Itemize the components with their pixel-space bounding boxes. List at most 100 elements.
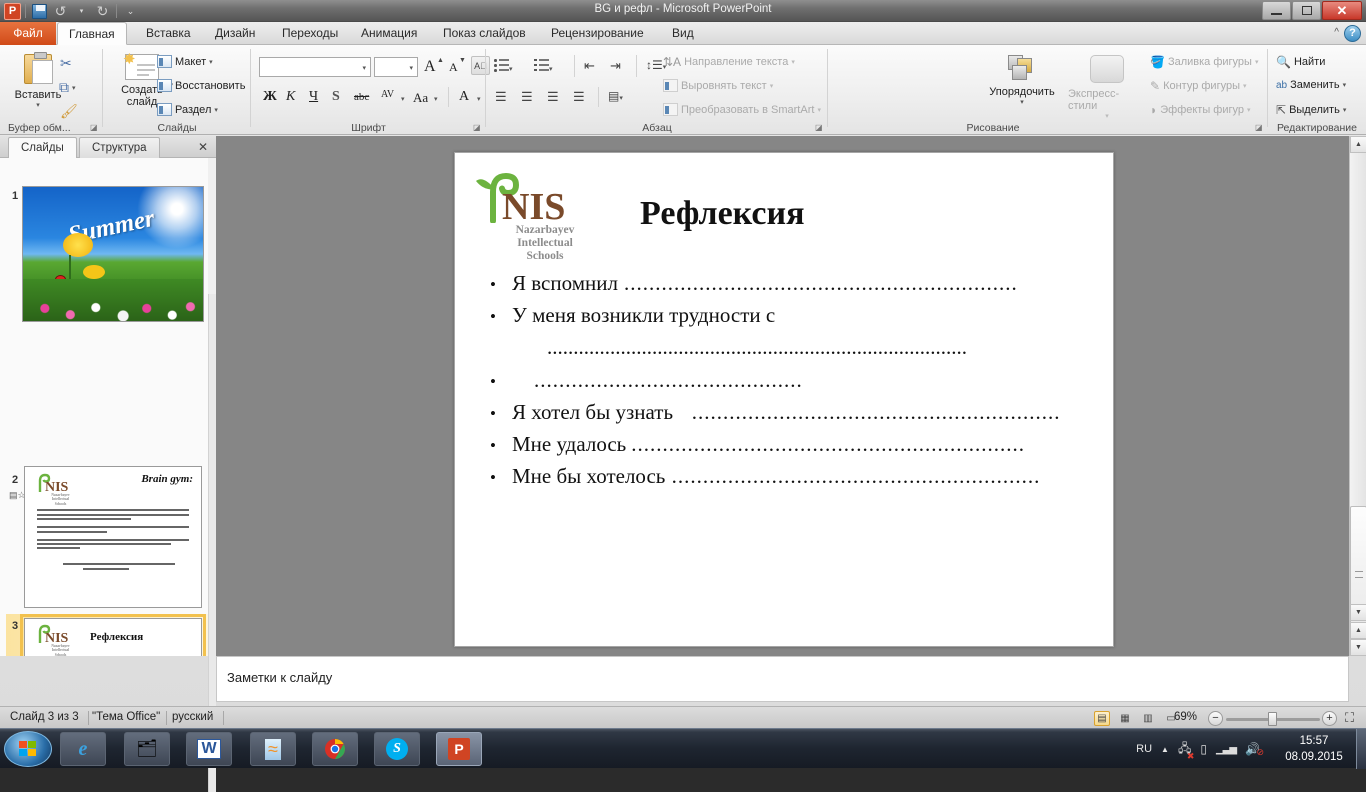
strikethrough-button[interactable]: abc <box>354 91 369 103</box>
align-text-button[interactable]: Выровнять текст ▾ <box>663 79 773 92</box>
align-center-button[interactable]: ☰ <box>521 89 533 105</box>
grow-font-button[interactable]: A <box>424 58 436 76</box>
fit-to-window-button[interactable]: ⛶ <box>1345 710 1354 726</box>
language-indicator[interactable]: русский <box>172 711 213 723</box>
thumbnail-slide-3[interactable]: NIS Nazarbayev Intellectual Schools Рефлек… <box>20 614 206 656</box>
bullet-item-5[interactable]: • Мне удалось ..........................… <box>490 432 1090 457</box>
tab-file[interactable]: Файл <box>0 22 56 45</box>
slide-vertical-scrollbar[interactable]: ▲ ▼ ▲ ▼ <box>1349 136 1366 656</box>
paste-button[interactable]: Вставить ▾ <box>10 52 66 109</box>
font-name-caret-icon[interactable]: ▾ <box>362 64 366 72</box>
taskbar-skype[interactable]: S <box>374 732 420 766</box>
zoom-out-button[interactable]: − <box>1208 711 1223 726</box>
find-button[interactable]: 🔍 Найти <box>1276 55 1325 69</box>
network-icon[interactable]: 🖧 ✖ <box>1178 739 1194 761</box>
view-normal[interactable]: ▤ <box>1094 711 1110 726</box>
shape-effects-button[interactable]: ◗ Эффекты фигур ▾ <box>1150 103 1251 117</box>
slide-logo[interactable]: NIS Nazarbayev Intellectual Schools <box>473 165 593 263</box>
copy-button[interactable]: ⧉ ▾ <box>59 79 76 96</box>
tab-animations[interactable]: Анимация <box>350 22 428 45</box>
shrink-font-button[interactable]: A <box>449 60 458 75</box>
character-spacing-caret-icon[interactable]: ▾ <box>401 95 405 103</box>
tab-insert[interactable]: Вставка <box>135 22 202 45</box>
close-button[interactable]: ✕ <box>1322 1 1362 20</box>
text-direction-button[interactable]: ⇅A Направление текста ▾ <box>663 55 795 69</box>
tab-outline[interactable]: Структура <box>79 137 160 158</box>
previous-slide-icon[interactable]: ▲ <box>1350 622 1366 639</box>
taskbar-internet-explorer[interactable]: e <box>60 732 106 766</box>
drawing-dialog-launcher[interactable]: ◪ <box>1255 123 1265 133</box>
minimize-button[interactable] <box>1262 1 1291 20</box>
tab-review[interactable]: Рецензирование <box>540 22 655 45</box>
slide-bullet-list[interactable]: • Я вспомнил ...........................… <box>490 271 1090 496</box>
italic-button[interactable]: К <box>286 89 295 105</box>
battery-icon[interactable]: ▯ <box>1200 742 1207 756</box>
align-left-button[interactable]: ☰ <box>495 89 507 105</box>
justify-button[interactable]: ☰ <box>573 89 585 105</box>
taskbar-powerpoint[interactable]: P <box>436 732 482 766</box>
decrease-indent-button[interactable]: ⇤ <box>584 58 595 74</box>
cut-button[interactable]: ✂ <box>60 55 72 72</box>
taskbar-explorer[interactable]: 🗂 <box>124 732 170 766</box>
view-reading[interactable]: ▥ <box>1140 711 1156 726</box>
bullet-item-6[interactable]: • Мне бы хотелось ......................… <box>490 464 1090 489</box>
font-color-button[interactable]: A <box>459 89 469 105</box>
tab-slides[interactable]: Слайды <box>8 137 77 158</box>
bold-button[interactable]: Ж <box>263 89 277 105</box>
maximize-button[interactable] <box>1292 1 1321 20</box>
bullet-item-4[interactable]: • Я хотел бы узнать ....................… <box>490 400 1090 425</box>
increase-indent-button[interactable]: ⇥ <box>610 58 621 74</box>
character-spacing-button[interactable]: AV <box>381 89 394 100</box>
change-case-caret-icon[interactable]: ▾ <box>434 95 438 103</box>
help-icon[interactable]: ? <box>1344 25 1361 42</box>
tab-slideshow[interactable]: Показ слайдов <box>432 22 537 45</box>
volume-icon[interactable]: 🔊 ⊘ <box>1245 742 1264 757</box>
bullet-item-2[interactable]: • У меня возникли трудности с <box>490 303 1090 328</box>
layout-button[interactable]: Макет ▾ <box>157 55 213 68</box>
section-button[interactable]: Раздел ▾ <box>157 103 218 116</box>
bullets-button[interactable]: ▾ <box>494 58 513 76</box>
reset-button[interactable]: Восстановить <box>157 79 245 92</box>
show-hidden-icons[interactable]: ▲ <box>1161 745 1169 754</box>
zoom-slider-knob[interactable] <box>1268 712 1277 726</box>
tab-transitions[interactable]: Переходы <box>271 22 349 45</box>
font-color-caret-icon[interactable]: ▾ <box>477 95 481 103</box>
thumbnail-slide-2[interactable]: NIS Nazarbayev Intellectual Schools Brain … <box>24 466 202 608</box>
taskbar-chrome[interactable] <box>312 732 358 766</box>
zoom-level[interactable]: 69% <box>1174 711 1197 723</box>
columns-button[interactable]: ▤▾ <box>608 89 623 103</box>
next-slide-icon[interactable]: ▼ <box>1350 639 1366 656</box>
align-right-button[interactable]: ☰ <box>547 89 559 105</box>
zoom-in-button[interactable]: + <box>1322 711 1337 726</box>
taskbar-smartnotebook[interactable]: ≈ <box>250 732 296 766</box>
paragraph-dialog-launcher[interactable]: ◪ <box>815 123 825 133</box>
quick-styles-button[interactable]: Экспресс-стили ▾ <box>1068 55 1146 120</box>
tab-design[interactable]: Дизайн <box>204 22 266 45</box>
font-dialog-launcher[interactable]: ◪ <box>473 123 483 133</box>
tab-home[interactable]: Главная <box>57 22 127 45</box>
notes-pane[interactable]: Заметки к слайду <box>216 656 1349 702</box>
shape-fill-button[interactable]: 🪣 Заливка фигуры ▾ <box>1150 55 1258 69</box>
arrange-caret-icon[interactable]: ▾ <box>1020 98 1024 106</box>
taskbar-word[interactable]: W <box>186 732 232 766</box>
view-sorter[interactable]: ▦ <box>1117 711 1133 726</box>
paste-caret-icon[interactable]: ▾ <box>36 101 40 109</box>
tab-view[interactable]: Вид <box>661 22 705 45</box>
numbering-button[interactable]: ▾ <box>534 58 553 76</box>
scroll-down-icon[interactable]: ▼ <box>1350 604 1366 621</box>
replace-button[interactable]: ab Заменить ▾ <box>1276 79 1346 91</box>
current-slide[interactable]: NIS Nazarbayev Intellectual Schools Рефл… <box>454 152 1114 647</box>
bullet-item-1[interactable]: • Я вспомнил ...........................… <box>490 271 1090 296</box>
quick-styles-caret-icon[interactable]: ▾ <box>1105 112 1109 120</box>
slide-title[interactable]: Рефлексия <box>640 195 805 233</box>
signal-icon[interactable]: ▁▃▅ <box>1216 744 1237 755</box>
close-pane-icon[interactable]: ✕ <box>198 140 208 154</box>
format-painter-button[interactable]: 🖌 <box>60 103 78 120</box>
shadow-button[interactable]: S <box>332 89 340 105</box>
clock[interactable]: 15:57 08.09.2015 <box>1270 733 1358 765</box>
collapse-ribbon-icon[interactable]: ^ <box>1334 27 1339 38</box>
bullet-item-3[interactable]: • ......................................… <box>490 368 1090 393</box>
theme-name[interactable]: "Тема Office" <box>92 711 160 723</box>
font-name-input[interactable]: ▾ <box>259 57 371 77</box>
shape-outline-button[interactable]: ✎ Контур фигуры ▾ <box>1150 79 1247 93</box>
